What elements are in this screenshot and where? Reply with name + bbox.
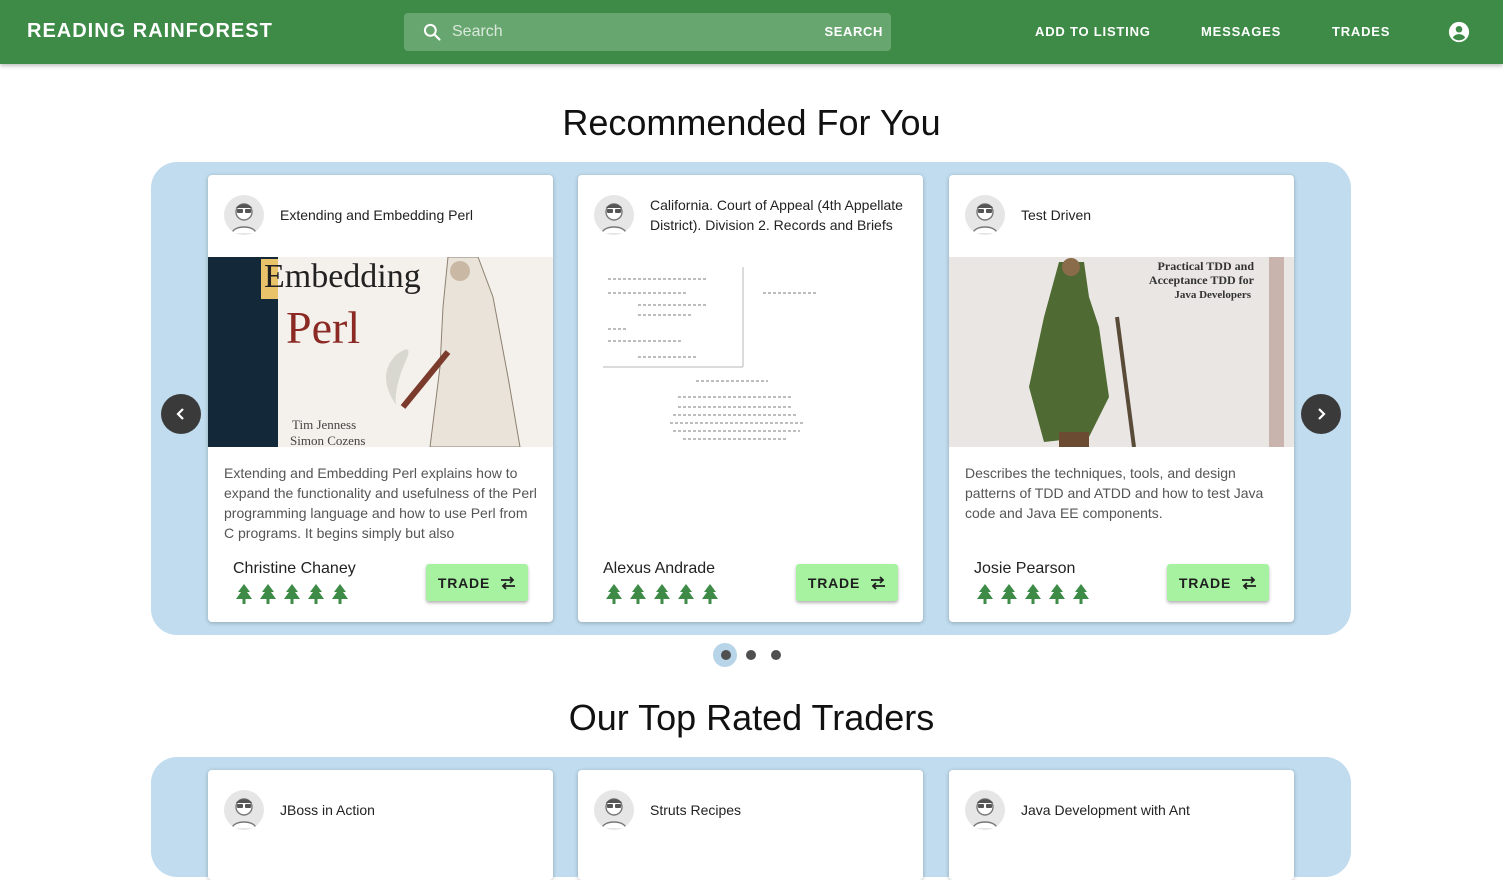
cover-line-1: Practical TDD and — [1158, 259, 1255, 273]
swap-icon — [871, 575, 886, 590]
tree-icon — [702, 584, 718, 604]
chevron-right-icon — [1318, 408, 1326, 420]
trade-button[interactable]: TRADE — [796, 564, 898, 601]
top-app-bar: READING RAINFOREST SEARCH ADD TO LISTING… — [0, 0, 1503, 64]
tree-icon — [1073, 584, 1089, 604]
tree-icon — [308, 584, 324, 604]
book-description — [594, 463, 907, 549]
tree-icon — [1025, 584, 1041, 604]
carousel-next-button[interactable] — [1301, 394, 1341, 434]
avatar — [594, 195, 634, 235]
swap-icon — [501, 575, 516, 590]
cover-title-line2: Perl — [286, 302, 360, 353]
tree-icon — [678, 584, 694, 604]
tree-icon — [606, 584, 622, 604]
avatar — [224, 195, 264, 235]
card-header: Java Development with Ant — [949, 770, 1294, 852]
book-title: Test Driven — [1021, 207, 1092, 223]
book-title: Struts Recipes — [650, 802, 742, 818]
book-card[interactable]: Java Development with Ant — [949, 770, 1294, 880]
owner-name[interactable]: Alexus Andrade — [603, 560, 715, 578]
search-input[interactable] — [452, 13, 812, 51]
nav-trades[interactable]: TRADES — [1332, 24, 1390, 39]
book-description: Extending and Embedding Perl explains ho… — [224, 465, 537, 541]
tree-icon — [236, 584, 252, 604]
card-header: California. Court of Appeal (4th Appella… — [578, 175, 923, 257]
book-card[interactable]: Extending and Embedding Perl Embedding P… — [208, 175, 553, 622]
tree-icon — [1049, 584, 1065, 604]
book-title: California. Court of Appeal (4th Appella… — [650, 197, 903, 233]
cover-author-1: Tim Jenness — [292, 417, 356, 432]
carousel-prev-button[interactable] — [161, 394, 201, 434]
card-header: Struts Recipes — [578, 770, 923, 852]
owner-name[interactable]: Christine Chaney — [233, 560, 356, 578]
account-circle-icon[interactable] — [1448, 21, 1470, 43]
cover-line-2: Acceptance TDD for — [1149, 273, 1255, 287]
book-card[interactable]: Test Driven Practical TDD and Acceptance… — [949, 175, 1294, 622]
book-card[interactable]: California. Court of Appeal (4th Appella… — [578, 175, 923, 622]
card-header: JBoss in Action — [208, 770, 553, 852]
book-cover-image: Practical TDD and Acceptance TDD for Jav… — [949, 257, 1294, 447]
search-button[interactable]: SEARCH — [825, 24, 884, 39]
cover-line-3: Java Developers — [1174, 289, 1251, 301]
top-traders-section-title: Our Top Rated Traders — [568, 697, 935, 738]
owner-rating — [605, 584, 719, 604]
trade-button-label: TRADE — [807, 574, 861, 591]
recommended-carousel: Extending and Embedding Perl Embedding P… — [151, 162, 1351, 635]
tree-icon — [284, 584, 300, 604]
search-icon — [423, 23, 441, 41]
avatar — [965, 790, 1005, 830]
avatar — [965, 195, 1005, 235]
swap-icon — [1242, 575, 1257, 590]
avatar — [224, 790, 264, 830]
book-card[interactable]: JBoss in Action — [208, 770, 553, 880]
tree-icon — [977, 584, 993, 604]
book-title: Extending and Embedding Perl — [280, 207, 474, 223]
owner-rating — [235, 584, 349, 604]
carousel-pagination — [713, 643, 793, 667]
book-cover-image — [578, 257, 923, 447]
cover-author-2: Simon Cozens — [290, 433, 365, 447]
owner-rating — [976, 584, 1090, 604]
cover-title-line1: Embedding — [264, 258, 421, 295]
card-header: Extending and Embedding Perl — [208, 175, 553, 257]
search-bar: SEARCH — [404, 13, 891, 51]
owner-name[interactable]: Josie Pearson — [974, 560, 1075, 578]
chevron-left-icon — [176, 408, 184, 420]
book-title: Java Development with Ant — [1021, 802, 1190, 818]
top-traders-carousel: JBoss in Action Struts Recipes Java Deve… — [151, 757, 1351, 880]
trade-button[interactable]: TRADE — [426, 564, 528, 601]
pagination-dot-1[interactable] — [721, 650, 731, 660]
card-header: Test Driven — [949, 175, 1294, 257]
book-card[interactable]: Struts Recipes — [578, 770, 923, 880]
recommended-section-title: Recommended For You — [562, 102, 941, 143]
nav-add-to-listing[interactable]: ADD TO LISTING — [1035, 24, 1151, 39]
tree-icon — [654, 584, 670, 604]
trade-button-label: TRADE — [437, 574, 491, 591]
nav-messages[interactable]: MESSAGES — [1201, 24, 1281, 39]
pagination-dot-2[interactable] — [746, 650, 756, 660]
avatar — [594, 790, 634, 830]
trade-button[interactable]: TRADE — [1167, 564, 1269, 601]
trade-button-label: TRADE — [1178, 574, 1232, 591]
pagination-dot-3[interactable] — [771, 650, 781, 660]
book-cover-image: Embedding Perl Tim Jenness Simon Cozens — [208, 257, 553, 447]
tree-icon — [1001, 584, 1017, 604]
tree-icon — [332, 584, 348, 604]
tree-icon — [630, 584, 646, 604]
book-title: JBoss in Action — [280, 802, 375, 818]
book-description: Describes the techniques, tools, and des… — [965, 465, 1264, 521]
brand-logo-text[interactable]: READING RAINFOREST — [27, 20, 273, 43]
tree-icon — [260, 584, 276, 604]
